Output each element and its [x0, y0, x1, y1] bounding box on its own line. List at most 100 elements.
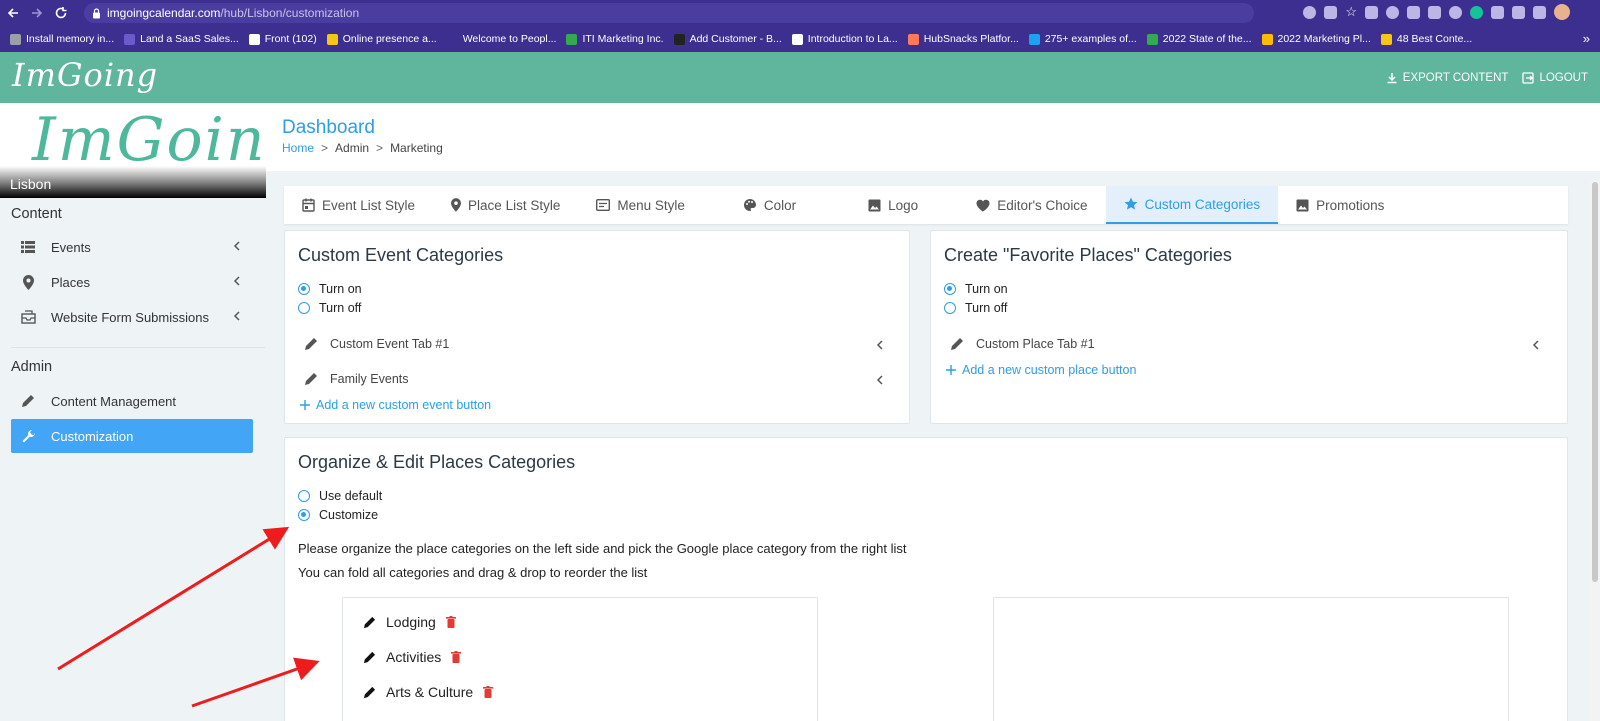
- reload-icon[interactable]: [50, 2, 72, 24]
- tab-editors-choice[interactable]: Editor's Choice: [958, 186, 1105, 224]
- radio-turn-on[interactable]: Turn on: [298, 282, 362, 296]
- tab-color[interactable]: Color: [725, 186, 850, 224]
- tab-menu-style[interactable]: Menu Style: [578, 186, 725, 224]
- pencil-icon[interactable]: [363, 686, 376, 699]
- radio-button[interactable]: [298, 490, 310, 502]
- list-item[interactable]: Custom Event Tab #1: [304, 337, 884, 351]
- extension-icon[interactable]: [1407, 5, 1420, 19]
- radio-button[interactable]: [298, 509, 310, 521]
- sidebar-item-content-management[interactable]: Content Management: [11, 384, 253, 418]
- scrollbar-thumb[interactable]: [1592, 182, 1598, 582]
- pencil-icon[interactable]: [304, 337, 318, 351]
- inbox-icon: [19, 310, 37, 324]
- radio-turn-on[interactable]: Turn on: [944, 282, 1008, 296]
- radio-use-default[interactable]: Use default: [298, 489, 382, 503]
- bookmark-star-icon[interactable]: ☆: [1345, 4, 1357, 20]
- chevron-left-icon[interactable]: [876, 339, 884, 351]
- chevron-left-icon[interactable]: [876, 374, 884, 386]
- category-item[interactable]: Lodging: [363, 614, 456, 630]
- tab-event-list-style[interactable]: Event List Style: [284, 186, 433, 224]
- bookmark-item[interactable]: Welcome to Peopl...: [446, 33, 556, 45]
- bookmark-label: 2022 Marketing Pl...: [1277, 33, 1371, 45]
- breadcrumb-admin[interactable]: Admin: [335, 141, 369, 155]
- pencil-icon[interactable]: [363, 616, 376, 629]
- bookmark-favicon-icon: [326, 33, 338, 45]
- bookmark-item[interactable]: 48 Best Conte...: [1380, 33, 1472, 45]
- grammarly-icon[interactable]: [1470, 5, 1483, 19]
- radio-label: Turn on: [319, 282, 362, 296]
- add-custom-place-button[interactable]: Add a new custom place button: [946, 363, 1136, 377]
- profile-avatar[interactable]: [1554, 4, 1570, 20]
- category-item[interactable]: Activities: [363, 649, 462, 665]
- bookmark-favicon-icon: [791, 33, 803, 45]
- bookmark-item[interactable]: Install memory in...: [10, 33, 114, 45]
- google-place-categories-list[interactable]: [993, 597, 1509, 721]
- logout-button[interactable]: LOGOUT: [1522, 72, 1588, 84]
- back-icon[interactable]: [2, 2, 24, 24]
- pencil-icon[interactable]: [304, 372, 318, 386]
- bookmark-item[interactable]: Online presence a...: [326, 33, 437, 45]
- tab-place-list-style[interactable]: Place List Style: [433, 186, 578, 224]
- address-bar[interactable]: imgoingcalendar.com/hub/Lisbon/customiza…: [84, 3, 1254, 23]
- radio-button[interactable]: [298, 302, 310, 314]
- radio-button[interactable]: [944, 283, 956, 295]
- add-custom-event-button[interactable]: Add a new custom event button: [300, 398, 491, 412]
- organize-places-categories-card: Organize & Edit Places Categories Use de…: [284, 437, 1568, 721]
- pencil-icon[interactable]: [950, 337, 964, 351]
- category-item[interactable]: Arts & Culture: [363, 684, 494, 700]
- sidebar-item-website-form-submissions[interactable]: Website Form Submissions: [11, 300, 253, 334]
- category-label: Arts & Culture: [386, 684, 474, 700]
- list-item[interactable]: Family Events: [304, 372, 884, 386]
- extension-icon[interactable]: [1386, 5, 1399, 19]
- share-icon[interactable]: [1324, 5, 1338, 19]
- tab-logo[interactable]: Logo: [850, 186, 958, 224]
- radio-turn-off[interactable]: Turn off: [944, 301, 1007, 315]
- extension-icon[interactable]: [1491, 5, 1504, 19]
- breadcrumb-home[interactable]: Home: [282, 141, 314, 155]
- list-icon: [19, 241, 37, 253]
- sidebar-item-events[interactable]: Events: [11, 230, 253, 264]
- sidebar-item-places[interactable]: Places: [11, 265, 253, 299]
- bookmark-favicon-icon: [566, 33, 578, 45]
- forward-icon[interactable]: [26, 2, 48, 24]
- image-icon: [868, 199, 881, 212]
- sidebar-item-label: Places: [51, 274, 91, 290]
- tab-label: Menu Style: [617, 197, 685, 213]
- list-item[interactable]: Custom Place Tab #1: [950, 337, 1540, 351]
- bookmark-item[interactable]: 275+ examples of...: [1028, 33, 1137, 45]
- trash-icon[interactable]: [451, 651, 462, 663]
- bookmark-item[interactable]: Introduction to La...: [791, 33, 898, 45]
- breadcrumb-marketing[interactable]: Marketing: [390, 141, 443, 155]
- radio-button[interactable]: [298, 283, 310, 295]
- radio-button[interactable]: [944, 302, 956, 314]
- sidebar-toggle-icon[interactable]: [1533, 5, 1546, 19]
- extension-icon[interactable]: [1428, 5, 1441, 19]
- extension-icon[interactable]: [1449, 5, 1462, 19]
- bookmark-item[interactable]: Front (102): [248, 33, 317, 45]
- pencil-icon[interactable]: [363, 651, 376, 664]
- trash-icon[interactable]: [445, 616, 456, 628]
- tab-custom-categories[interactable]: Custom Categories: [1105, 186, 1279, 224]
- sidebar-item-customization[interactable]: Customization: [11, 419, 253, 453]
- more-bookmarks-icon[interactable]: »: [1583, 31, 1590, 46]
- sidebar: ImGoing Lisbon Content Events Places Web…: [0, 103, 266, 721]
- export-content-button[interactable]: EXPORT CONTENT: [1386, 72, 1508, 84]
- bookmark-item[interactable]: Add Customer - B...: [673, 33, 782, 45]
- bookmark-item[interactable]: Land a SaaS Sales...: [124, 33, 239, 45]
- tab-promotions[interactable]: Promotions: [1278, 186, 1402, 224]
- puzzle-icon[interactable]: [1512, 5, 1525, 19]
- brand-logo[interactable]: ImGoing: [12, 56, 158, 94]
- bookmark-item[interactable]: 2022 State of the...: [1146, 33, 1252, 45]
- bookmarks-bar: Install memory in... Land a SaaS Sales...…: [0, 26, 1600, 52]
- logout-label: LOGOUT: [1539, 71, 1588, 84]
- extension-icon[interactable]: [1365, 5, 1378, 19]
- radio-customize[interactable]: Customize: [298, 508, 378, 522]
- trash-icon[interactable]: [483, 686, 494, 698]
- bookmark-item[interactable]: HubSnacks Platfor...: [907, 33, 1019, 45]
- key-icon[interactable]: [1303, 5, 1317, 19]
- chevron-left-icon[interactable]: [1532, 339, 1540, 351]
- bookmark-item[interactable]: ITI Marketing Inc.: [566, 33, 664, 45]
- bookmark-item[interactable]: 2022 Marketing Pl...: [1261, 33, 1371, 45]
- bookmark-favicon-icon: [1380, 33, 1392, 45]
- radio-turn-off[interactable]: Turn off: [298, 301, 361, 315]
